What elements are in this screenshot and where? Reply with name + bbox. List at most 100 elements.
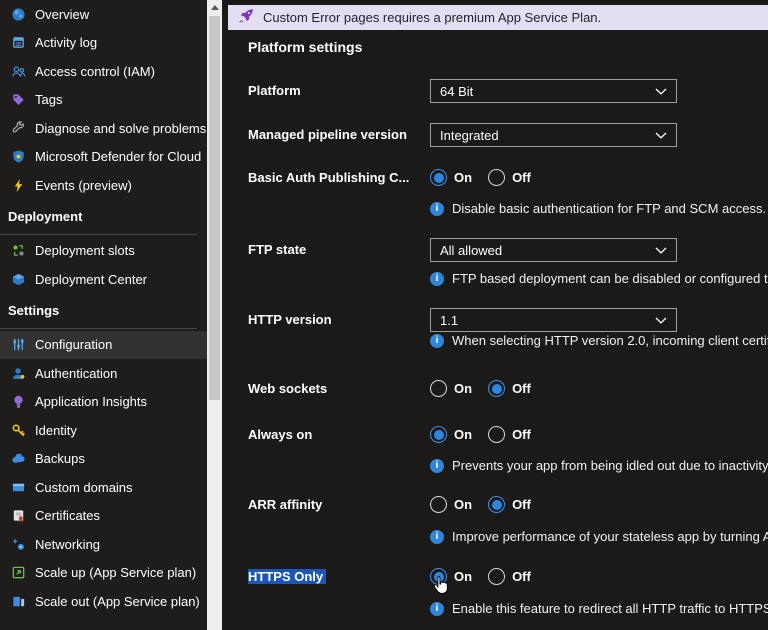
people-icon: [10, 63, 26, 79]
info-icon: [430, 458, 444, 473]
info-text: Disable basic authentication for FTP and…: [452, 201, 767, 216]
radio-on-label: On: [454, 497, 473, 512]
always-on-label: Always on: [248, 427, 313, 442]
sidebar-item-networking[interactable]: Networking: [0, 530, 207, 559]
premium-plan-banner: Custom Error pages requires a premium Ap…: [228, 5, 768, 30]
sidebar-item-label: Backups: [35, 451, 85, 467]
always-on-off-radio[interactable]: [488, 426, 506, 443]
basic-auth-on-radio[interactable]: [430, 169, 447, 186]
basic-auth-off-radio[interactable]: [488, 169, 506, 186]
sidebar-item-certificates[interactable]: Certificates: [0, 502, 207, 531]
sidebar-scrollbar[interactable]: [207, 0, 222, 630]
sidebar-divider: [0, 233, 197, 235]
http-version-info: When selecting HTTP version 2.0, incomin…: [430, 333, 768, 348]
sidebar-item-label: Identity: [35, 422, 77, 438]
sidebar-item-application-insights[interactable]: Application Insights: [0, 388, 207, 417]
https-only-on-radio[interactable]: [430, 568, 447, 585]
sidebar-item-deployment-center[interactable]: Deployment Center: [0, 265, 207, 294]
sidebar-section-deployment: Deployment: [8, 209, 83, 224]
pipeline-select-value: Integrated: [440, 127, 499, 143]
info-icon: [430, 333, 444, 348]
key-icon: [10, 422, 26, 438]
web-sockets-off-radio[interactable]: [488, 380, 506, 397]
platform-select[interactable]: 64 Bit: [430, 79, 677, 103]
arr-affinity-label: ARR affinity: [248, 497, 323, 512]
radio-on-label: On: [454, 381, 473, 396]
arr-affinity-off-radio[interactable]: [488, 496, 506, 513]
sidebar-item-backups[interactable]: Backups: [0, 445, 207, 474]
chevron-down-icon: [655, 132, 667, 139]
always-on-on-radio[interactable]: [430, 426, 447, 443]
platform-label: Platform: [248, 83, 301, 98]
basic-auth-radio-group: On Off: [430, 169, 547, 186]
https-only-label: HTTPS Only: [248, 569, 424, 584]
sidebar-item-label: Scale up (App Service plan): [35, 565, 197, 581]
sidebar-item-label: Certificates: [35, 508, 101, 524]
arr-affinity-on-radio[interactable]: [430, 496, 447, 513]
sidebar-item-scale-out[interactable]: Scale out (App Service plan): [0, 587, 207, 616]
radio-off-label: Off: [512, 170, 531, 185]
resource-menu-sidebar: Overview Activity log Access control (IA…: [0, 0, 207, 630]
sidebar-item-access-control[interactable]: Access control (IAM): [0, 57, 207, 86]
sidebar-item-scale-up[interactable]: Scale up (App Service plan): [0, 559, 207, 588]
sidebar-item-label: Deployment Center: [35, 271, 147, 287]
ftp-state-info: FTP based deployment can be disabled or …: [430, 271, 768, 286]
sidebar-item-label: Scale out (App Service plan): [35, 593, 200, 609]
sidebar-item-identity[interactable]: Identity: [0, 416, 207, 445]
sidebar-item-defender[interactable]: Microsoft Defender for Cloud: [0, 143, 207, 172]
info-icon: [430, 201, 444, 216]
scroll-up-button[interactable]: [207, 0, 222, 14]
radio-off-label: Off: [512, 497, 531, 512]
sidebar-item-label: Overview: [35, 6, 90, 22]
chevron-down-icon: [655, 247, 667, 254]
https-only-info: Enable this feature to redirect all HTTP…: [430, 601, 768, 616]
sidebar-item-label: Diagnose and solve problems: [35, 120, 207, 136]
banner-message: Custom Error pages requires a premium Ap…: [263, 10, 602, 25]
http-version-select[interactable]: 1.1: [430, 308, 677, 332]
radio-off-label: Off: [512, 381, 531, 396]
http-version-label: HTTP version: [248, 312, 332, 327]
ftp-state-label: FTP state: [248, 242, 307, 257]
sidebar-item-label: Access control (IAM): [35, 63, 155, 79]
sidebar-item-overview[interactable]: Overview: [0, 0, 207, 29]
sidebar-item-activity-log[interactable]: Activity log: [0, 29, 207, 58]
pipeline-select[interactable]: Integrated: [430, 123, 677, 147]
web-sockets-label: Web sockets: [248, 381, 328, 396]
ftp-state-select[interactable]: All allowed: [430, 238, 677, 262]
sidebar-item-label: Application Insights: [35, 394, 148, 410]
info-text: Enable this feature to redirect all HTTP…: [452, 601, 768, 616]
bolt-icon: [10, 177, 26, 193]
platform-select-value: 64 Bit: [440, 83, 474, 99]
radio-on-label: On: [454, 569, 473, 584]
sidebar-item-authentication[interactable]: Authentication: [0, 359, 207, 388]
https-only-off-radio[interactable]: [488, 568, 506, 585]
sidebar-item-deployment-slots[interactable]: Deployment slots: [0, 237, 207, 266]
scrollbar-thumb[interactable]: [209, 16, 220, 400]
chevron-down-icon: [655, 88, 667, 95]
web-sockets-on-radio[interactable]: [430, 380, 447, 397]
info-text: Improve performance of your stateless ap…: [452, 529, 768, 544]
sidebar-item-label: Configuration: [35, 337, 113, 353]
https-only-label-highlighted: HTTPS Only: [248, 569, 327, 584]
sidebar-item-label: Microsoft Defender for Cloud: [35, 149, 202, 165]
https-only-radio-group: On Off: [430, 568, 547, 585]
app-window: Overview Activity log Access control (IA…: [0, 0, 768, 630]
sidebar-item-configuration[interactable]: Configuration: [0, 330, 207, 359]
web-sockets-radio-group: On Off: [430, 380, 547, 397]
sidebar-item-label: Activity log: [35, 35, 98, 51]
info-icon: [430, 529, 444, 544]
sidebar-item-custom-domains[interactable]: Custom domains: [0, 473, 207, 502]
sidebar-item-events[interactable]: Events (preview): [0, 171, 207, 200]
scale-up-icon: [10, 565, 26, 581]
info-text: Prevents your app from being idled out d…: [452, 458, 768, 473]
network-icon: [10, 536, 26, 552]
domain-card-icon: [10, 479, 26, 495]
basic-auth-label: Basic Auth Publishing C...: [248, 170, 410, 185]
sidebar-item-diagnose[interactable]: Diagnose and solve problems: [0, 114, 207, 143]
activity-log-icon: [10, 35, 26, 51]
radio-off-label: Off: [512, 569, 531, 584]
sidebar-item-label: Custom domains: [35, 479, 133, 495]
sidebar-item-tags[interactable]: Tags: [0, 86, 207, 115]
radio-on-label: On: [454, 427, 473, 442]
sidebar-item-label: Events (preview): [35, 177, 132, 193]
